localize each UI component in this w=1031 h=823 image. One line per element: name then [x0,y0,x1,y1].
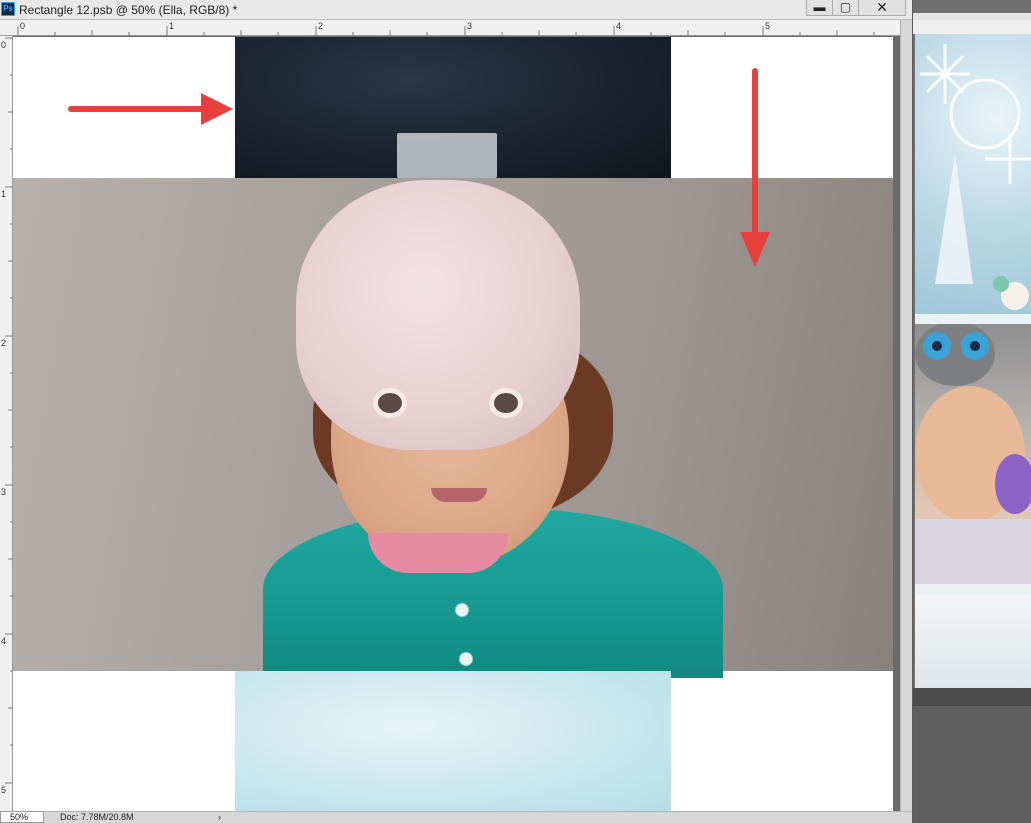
horizontal-scrollbar[interactable] [0,811,912,823]
document-window[interactable]: Ps Rectangle 12.psb @ 50% (Ella, RGB/8) … [0,0,912,823]
baby-photo-shapes [915,322,1031,584]
baby-photo [915,322,1031,584]
title-bar[interactable]: Ps Rectangle 12.psb @ 50% (Ella, RGB/8) … [0,0,912,20]
snowflake-icon [920,44,1031,310]
snowflake-artwork [915,34,1031,314]
vertical-scrollbar[interactable] [900,20,912,811]
photo-collar [368,533,508,573]
photo-eye-left [373,388,407,418]
arrow-down-icon [740,68,770,267]
photo-hat [296,180,580,450]
zoom-level-field[interactable]: 50% [0,811,44,823]
arrow-right-icon [68,93,233,125]
secondary-statusbar [913,688,1031,706]
ruler-label: 3 [467,21,473,31]
close-button[interactable]: ✕ [858,0,906,16]
maximize-button[interactable]: ▢ [832,0,859,16]
secondary-ruler [913,20,1031,34]
photo-shirt-button [459,652,473,666]
photo-mouth [431,488,487,502]
photo-shirt-button [455,603,469,617]
ruler-label: 3 [1,487,7,497]
vertical-ruler-ticks [5,37,13,784]
ruler-label: 0 [20,21,26,31]
ruler-label: 2 [318,21,324,31]
secondary-canvas[interactable] [915,34,1031,688]
minimize-button[interactable]: ▬ [806,0,833,16]
horizontal-ruler[interactable]: 0 1 2 3 4 5 [12,20,900,36]
workspace-background [913,706,1031,823]
document-title: Rectangle 12.psb @ 50% (Ella, RGB/8) * [19,3,238,17]
photo-eye-right [489,388,523,418]
document-canvas[interactable] [13,37,893,811]
vertical-ruler[interactable]: 0 1 2 3 4 5 [0,36,13,811]
secondary-document-window[interactable] [913,0,1031,823]
ruler-label: 4 [1,636,7,646]
photoshop-workspace: Ps Rectangle 12.psb @ 50% (Ella, RGB/8) … [0,0,1031,823]
photoshop-icon: Ps [1,2,15,16]
status-menu-arrow[interactable]: › [218,811,221,823]
document-size-info: Doc: 7.78M/20.8M [60,812,134,822]
ruler-label: 1 [169,21,175,31]
photo-extension-top[interactable] [235,37,671,178]
ruler-label: 1 [1,189,7,199]
ruler-label: 5 [765,21,771,31]
ruler-label: 4 [616,21,622,31]
ruler-label: 2 [1,338,7,348]
photo-extension-bottom[interactable] [235,671,671,811]
ruler-label: 5 [1,785,7,795]
clothing-label [397,133,497,178]
ruler-label: 0 [1,40,7,50]
paper-artwork [915,594,1031,688]
